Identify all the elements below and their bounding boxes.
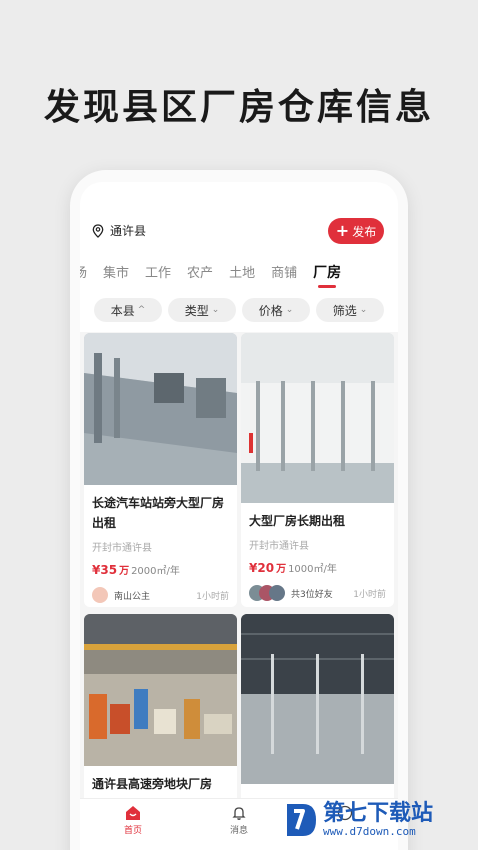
chevron-down-icon: ⌄ xyxy=(285,305,294,315)
filter-label: 价格 xyxy=(258,303,283,318)
chevron-down-icon: ⌄ xyxy=(359,305,368,315)
filter-county[interactable]: 本县 ^ xyxy=(94,298,162,322)
filter-type[interactable]: 类型 ⌄ xyxy=(168,298,236,322)
filter-label: 本县 xyxy=(110,303,135,318)
listing-card[interactable]: 长途汽车站站旁大型厂房出租 开封市通许县 ¥35 万 2000㎡/年 南山公主 … xyxy=(84,333,237,607)
avatar xyxy=(269,585,285,601)
tab-shops[interactable]: 商铺 xyxy=(271,262,297,282)
listing-title: 长途汽车站站旁大型厂房出租 xyxy=(92,496,225,530)
top-bar: 通许县 + 发布 场 集市 工作 农产 土地 商铺 厂房 xyxy=(80,182,398,292)
listing-area: 2000㎡/年 xyxy=(131,566,180,577)
filter-bar: 本县 ^ 类型 ⌄ 价格 ⌄ 筛选 ⌄ xyxy=(80,292,398,332)
filter-label: 筛选 xyxy=(332,303,357,318)
chevron-down-icon: ⌄ xyxy=(211,305,220,315)
watermark-text: 第七下载站 xyxy=(323,800,434,826)
listing-area: 1000㎡/年 xyxy=(288,564,337,575)
nav-messages[interactable]: 消息 xyxy=(214,805,264,836)
listing-card[interactable]: 大型厂房长期出租 开封市通许县 ¥20 万 1000㎡/年 共3位好友 1小时前 xyxy=(241,333,394,607)
nav-home[interactable]: 首页 xyxy=(108,805,158,836)
tab-factory[interactable]: 厂房 xyxy=(313,262,341,288)
tab-market[interactable]: 场 xyxy=(80,262,87,282)
listing-price: ¥35 xyxy=(92,563,118,577)
site-watermark: 第七下载站 www.d7down.com xyxy=(283,800,433,840)
listing-price-unit: 万 xyxy=(119,566,130,577)
warehouse-photo xyxy=(241,614,394,784)
warehouse-photo xyxy=(241,333,394,503)
filter-price[interactable]: 价格 ⌄ xyxy=(242,298,310,322)
avatar xyxy=(92,587,108,603)
post-time: 1小时前 xyxy=(353,589,386,600)
filter-label: 类型 xyxy=(184,303,209,318)
publish-button[interactable]: + 发布 xyxy=(328,218,384,244)
watermark-url: www.d7down.com xyxy=(323,824,416,838)
nav-label: 消息 xyxy=(229,826,248,836)
publish-label: 发布 xyxy=(352,224,377,239)
location-selector[interactable]: 通许县 xyxy=(92,222,146,239)
plus-icon: + xyxy=(335,221,350,240)
category-tabs: 场 集市 工作 农产 土地 商铺 厂房 xyxy=(80,262,341,288)
bell-icon xyxy=(232,807,246,820)
location-label: 通许县 xyxy=(110,224,147,238)
listing-title: 大型厂房长期出租 xyxy=(249,514,346,528)
tab-land[interactable]: 土地 xyxy=(229,262,255,282)
listing-price: ¥20 xyxy=(249,561,275,575)
listing-card[interactable] xyxy=(241,614,394,814)
listing-title: 通许县高速旁地块厂房 xyxy=(92,777,213,791)
nav-label: 首页 xyxy=(123,826,142,836)
app-screen: 通许县 + 发布 场 集市 工作 农产 土地 商铺 厂房 本县 ^ 类型 ⌄ 价… xyxy=(80,182,398,850)
listing-price-unit: 万 xyxy=(276,564,287,575)
home-icon xyxy=(126,806,140,820)
tab-jobs[interactable]: 工作 xyxy=(145,262,171,282)
listing-location: 开封市通许县 xyxy=(249,541,309,552)
location-pin-icon xyxy=(92,223,104,238)
tab-farm-produce[interactable]: 农产 xyxy=(187,262,213,282)
friends-count: 共3位好友 xyxy=(291,589,333,600)
chevron-up-icon: ^ xyxy=(137,305,146,315)
post-time: 1小时前 xyxy=(196,591,229,602)
filter-more[interactable]: 筛选 ⌄ xyxy=(316,298,384,322)
page-headline: 发现县区厂房仓库信息 xyxy=(43,87,434,128)
listing-location: 开封市通许县 xyxy=(92,543,152,554)
poster-name: 南山公主 xyxy=(114,591,151,602)
d7-logo-icon xyxy=(287,804,316,836)
listing-card[interactable]: 通许县高速旁地块厂房 xyxy=(84,614,237,814)
warehouse-photo xyxy=(84,333,237,485)
tab-bazaar[interactable]: 集市 xyxy=(103,262,129,282)
warehouse-photo xyxy=(84,614,237,766)
